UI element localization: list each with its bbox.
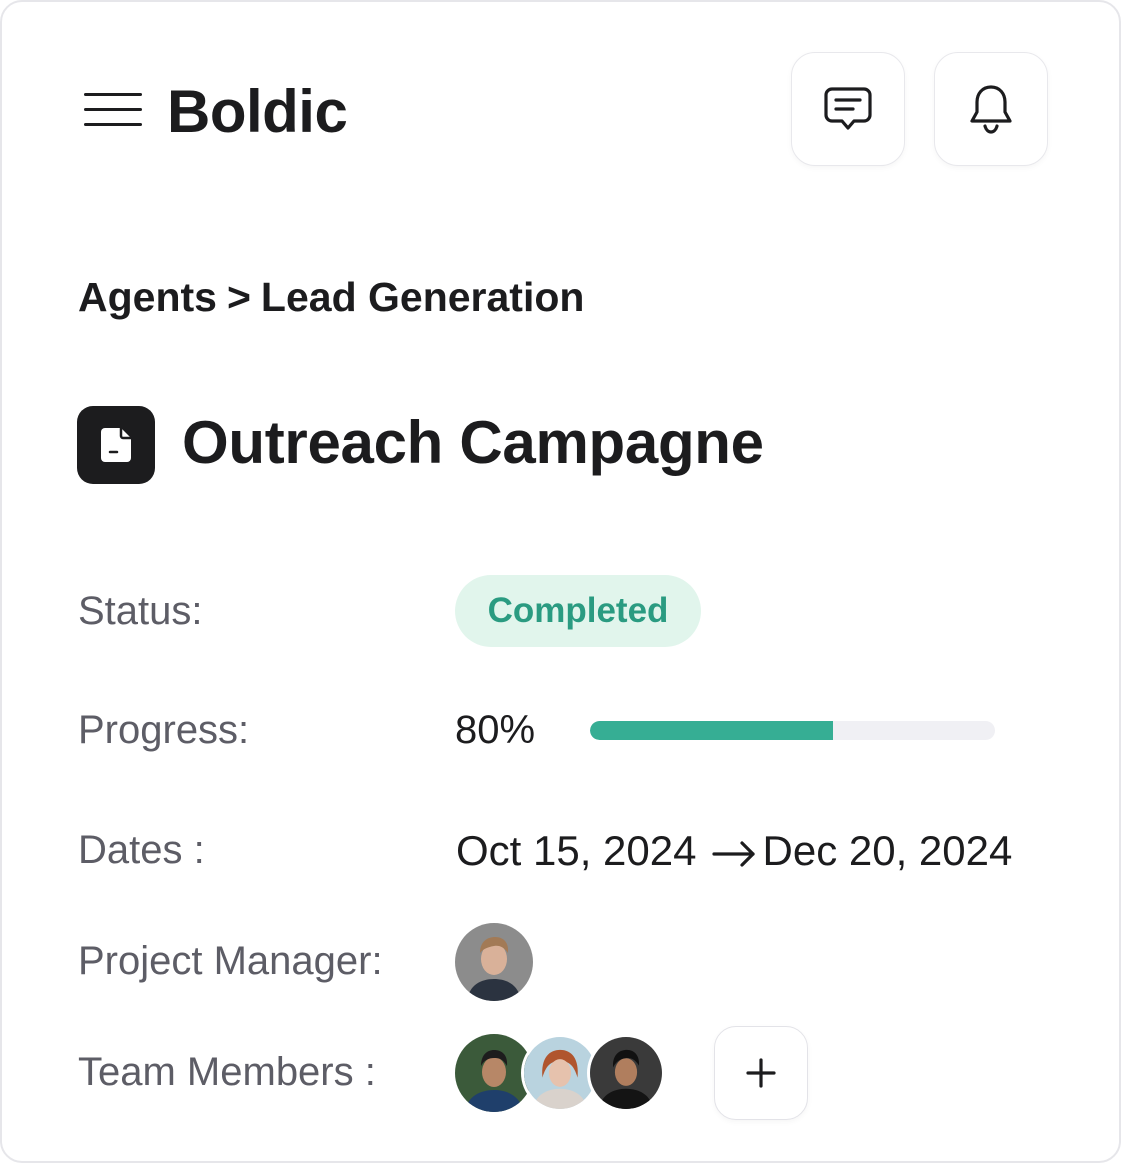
chat-message-icon [824,87,872,130]
avatar-image [524,1037,596,1109]
breadcrumb-agents[interactable]: Agents [78,274,217,320]
progress-bar-fill [590,721,833,740]
page-title: Outreach Campagne [182,409,764,476]
status-label: Status: [78,589,203,633]
end-date: Dec 20, 2024 [762,827,1013,874]
progress-value: 80% [455,708,536,752]
avatar-image [455,923,533,1001]
date-range: Oct 15, 2024 Dec 20, 2024 [456,826,1012,876]
project-icon [77,406,155,484]
progress-label: Progress: [78,708,250,752]
team-members-label: Team Members : [78,1050,376,1094]
bell-icon [970,85,1012,134]
messages-button[interactable] [791,52,905,166]
document-icon [101,428,131,462]
hamburger-menu-icon[interactable] [82,90,144,130]
team-member-avatar[interactable] [587,1034,665,1112]
project-card: Boldic Agents > Lead Generation Outreach C… [0,0,1121,1163]
breadcrumb-separator: > [226,274,251,320]
dates-label: Dates : [78,828,205,872]
status-badge: Completed [455,575,701,647]
plus-icon [746,1058,776,1088]
add-member-button[interactable] [714,1026,808,1120]
arrow-right-icon [711,841,755,867]
breadcrumb: Agents > Lead Generation [78,272,584,322]
notifications-button[interactable] [934,52,1048,166]
start-date: Oct 15, 2024 [456,827,697,874]
breadcrumb-lead-generation[interactable]: Lead Generation [261,274,585,320]
project-manager-label: Project Manager: [78,939,383,983]
project-manager-avatar[interactable] [455,923,533,1001]
brand-logo: Boldic [167,78,348,145]
progress-bar [590,721,995,740]
avatar-image [590,1037,662,1109]
